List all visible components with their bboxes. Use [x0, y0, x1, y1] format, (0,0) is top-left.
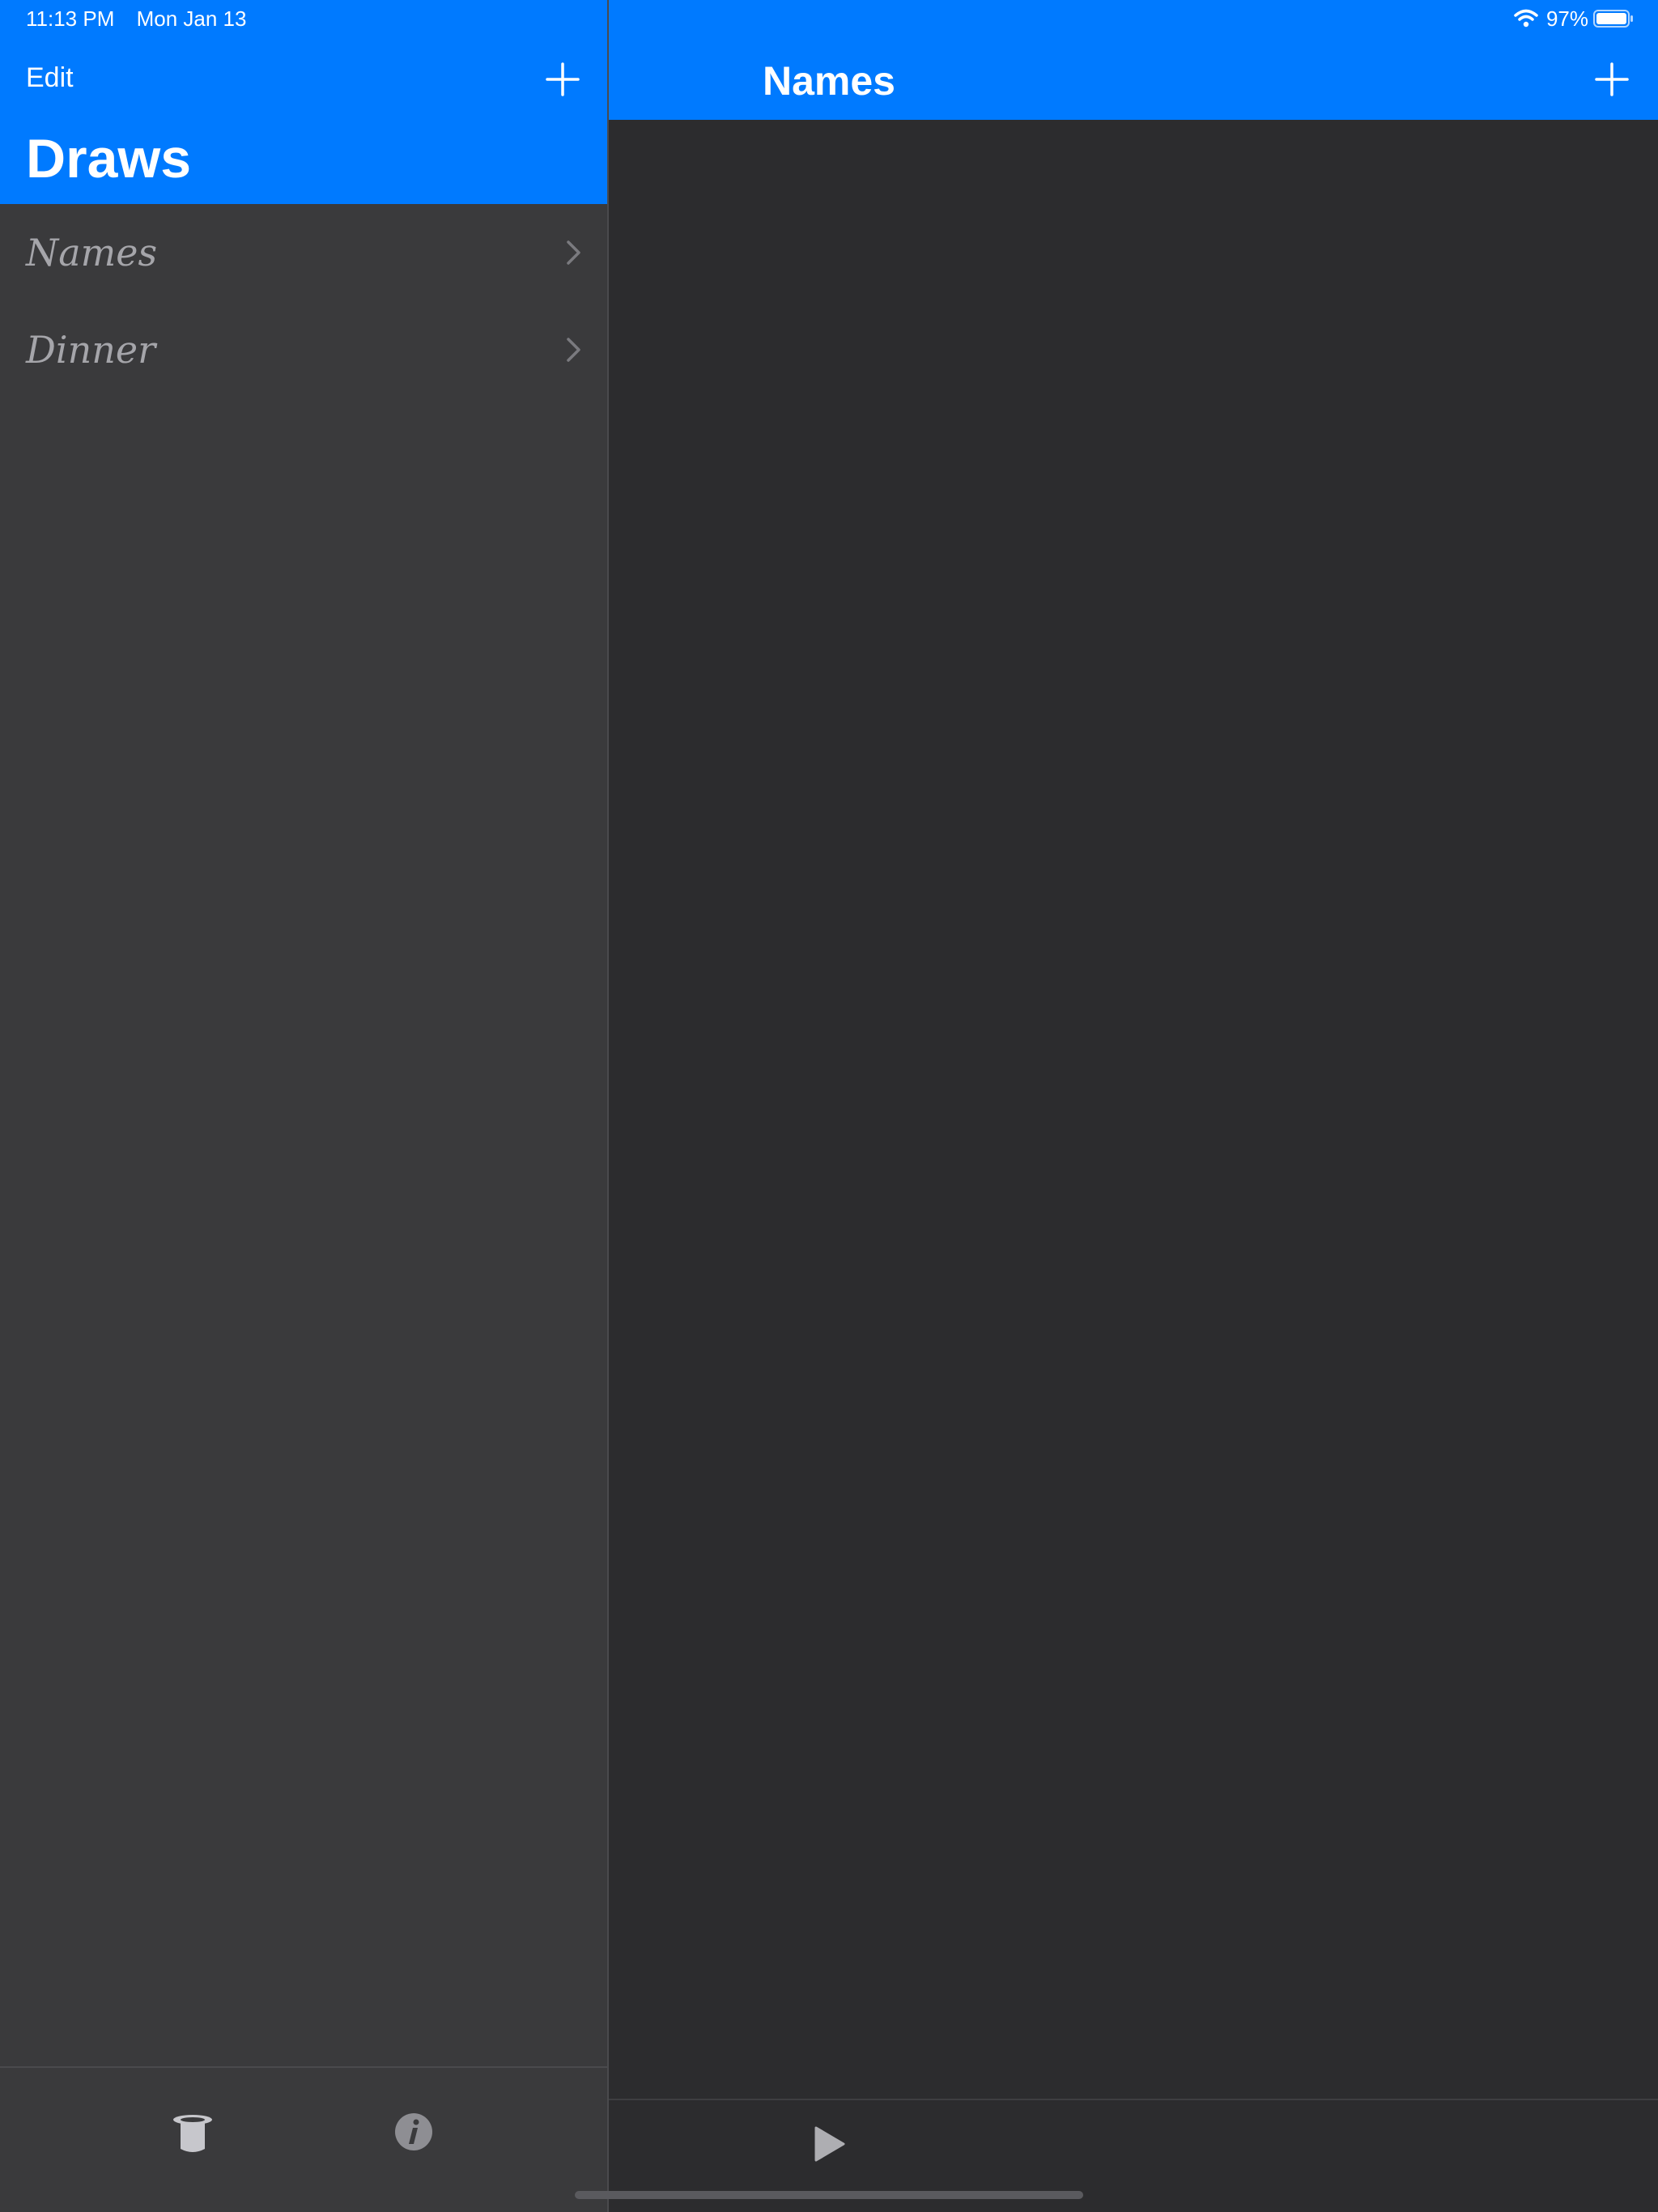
status-bar-right: 97%: [1514, 6, 1634, 31]
info-icon: [395, 2113, 432, 2150]
split-view-screen: 11:13 PM Mon Jan 13 Edit Draws Names Din…: [0, 0, 1658, 2212]
list-item-label: Dinner: [26, 328, 156, 372]
master-nav-bar: 11:13 PM Mon Jan 13 Edit Draws: [0, 0, 607, 204]
play-button[interactable]: [811, 2125, 847, 2163]
hat-button[interactable]: [170, 2112, 215, 2157]
list-item-label: Names: [26, 231, 158, 274]
wifi-icon: [1514, 9, 1538, 28]
plus-icon: [1595, 62, 1629, 96]
status-bar-left: 11:13 PM Mon Jan 13: [26, 6, 262, 31]
detail-nav-bar: 97% Names: [609, 0, 1658, 120]
detail-title: Names: [763, 58, 895, 104]
top-hat-icon: [173, 2115, 212, 2152]
master-pane: 11:13 PM Mon Jan 13 Edit Draws Names Din…: [0, 0, 607, 2212]
status-date: Mon Jan 13: [136, 6, 247, 31]
status-time: 11:13 PM: [26, 6, 115, 31]
draws-list: Names Dinner: [0, 204, 607, 398]
add-draw-button[interactable]: [544, 61, 581, 98]
page-title: Draws: [26, 128, 192, 189]
battery-icon: [1593, 10, 1633, 28]
master-toolbar: [0, 2066, 607, 2212]
detail-pane: 97% Names: [609, 0, 1658, 2212]
info-button[interactable]: [393, 2112, 434, 2152]
chevron-right-icon: [567, 240, 580, 265]
chevron-right-icon: [567, 338, 580, 362]
list-item-dinner[interactable]: Dinner: [0, 301, 607, 398]
battery-percentage: 97%: [1545, 6, 1588, 31]
home-indicator[interactable]: [575, 2191, 1083, 2199]
list-item-names[interactable]: Names: [0, 204, 607, 301]
plus-icon: [546, 62, 580, 96]
detail-content: [609, 120, 1658, 2099]
play-icon: [814, 2126, 845, 2162]
add-name-button[interactable]: [1593, 61, 1630, 98]
edit-button[interactable]: Edit: [26, 62, 74, 94]
